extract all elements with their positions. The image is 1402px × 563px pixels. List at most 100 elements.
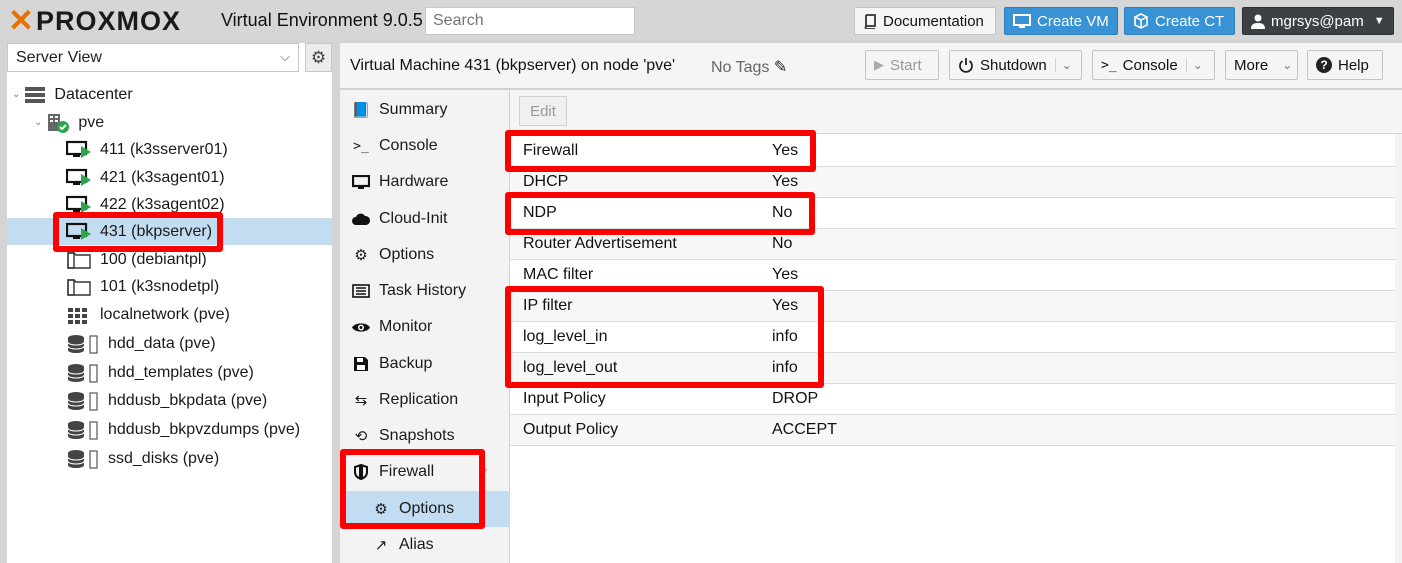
chevron-down-icon: ⌄ [34,117,43,128]
server-icon [25,86,46,103]
resource-tree-panel: Server View ⌵ ⚙ ⌄ Datacenter ⌄ pve 411 (… [7,43,332,563]
console-button[interactable]: >_ Console ⌄ [1092,50,1215,80]
help-button[interactable]: ? Help [1307,50,1383,80]
menu-item-hardware[interactable]: Hardware [340,164,510,200]
tree-item-template-101[interactable]: 101 (k3snodetpl) [7,273,332,300]
table-row[interactable]: NDP No [510,198,1395,229]
chevron-down-icon: ⌄ [1282,58,1293,72]
template-icon [67,278,91,296]
grid-icon [68,307,87,324]
menu-item-backup[interactable]: Backup [340,346,510,382]
database-icon [67,391,98,411]
create-vm-button[interactable]: Create VM [1004,7,1118,35]
book-icon: 📘 [351,102,371,119]
tree-item-storage[interactable]: hddusb_bkpdata (pve) [7,387,332,414]
table-row[interactable]: Input Policy DROP [510,384,1395,415]
shutdown-button[interactable]: Shutdown ⌄ [949,50,1082,80]
tree-item-datacenter[interactable]: ⌄ Datacenter [7,81,332,108]
table-row[interactable]: MAC filter Yes [510,260,1395,291]
tree-item-storage[interactable]: hddusb_bkpvzdumps (pve) [7,416,332,443]
menu-item-firewall[interactable]: Firewall ▼ [340,454,510,490]
documentation-label: Documentation [883,12,984,30]
tree-item-storage[interactable]: hdd_templates (pve) [7,359,332,386]
table-row[interactable]: IP filter Yes [510,291,1395,322]
table-row[interactable]: Firewall Yes [510,136,1395,167]
menu-item-monitor[interactable]: Monitor [340,309,510,345]
chevron-down-icon: ▼ [1373,15,1385,27]
user-menu-button[interactable]: mgrsys@pam ▼ [1242,7,1394,35]
database-icon [67,363,98,383]
terminal-icon: >_ [1101,57,1117,73]
create-ct-label: Create CT [1155,12,1225,30]
book-icon [864,13,876,29]
tree-item-vm-411[interactable]: 411 (k3sserver01) [7,136,332,163]
table-row[interactable]: Router Advertisement No [510,229,1395,260]
menu-item-options[interactable]: ⚙ Options [340,237,510,273]
tree-item-node[interactable]: ⌄ pve [7,109,332,136]
vm-running-icon [66,222,91,240]
database-icon [67,334,98,354]
tree-item-network[interactable]: localnetwork (pve) [7,301,332,328]
documentation-button[interactable]: Documentation [854,7,996,35]
menu-item-console[interactable]: >_ Console [340,128,510,164]
tree-item-vm-431[interactable]: 431 (bkpserver) [7,218,332,245]
menu-item-firewall-options[interactable]: ⚙ Options [340,491,510,527]
table-row[interactable]: DHCP Yes [510,167,1395,198]
user-icon [1251,14,1265,29]
tags-editor[interactable]: No Tags ✎ [711,57,787,77]
table-row[interactable]: log_level_out info [510,353,1395,384]
search-input[interactable] [425,7,635,35]
terminal-icon: >_ [353,138,369,154]
vm-config-menu: 📘 Summary >_ Console Hardware Cloud-Init ⚙… [340,90,510,563]
database-icon [67,449,98,469]
start-button[interactable]: ▶ Start [865,50,939,80]
cube-icon [1134,13,1148,29]
table-row[interactable]: log_level_in info [510,322,1395,353]
node-icon [48,113,70,133]
more-button[interactable]: More ⌄ [1225,50,1298,80]
menu-item-firewall-alias[interactable]: ↗ Alias [340,527,510,563]
vm-running-icon [66,140,91,158]
history-icon: ⟲ [354,428,368,445]
menu-item-cloud-init[interactable]: Cloud-Init [340,201,510,237]
menu-item-snapshots[interactable]: ⟲ Snapshots [340,418,510,454]
chevron-down-icon: ▼ [479,466,490,478]
chevron-down-icon: ⌄ [12,89,21,100]
proxmox-logo[interactable]: ✕ PROXMOX [8,3,181,38]
floppy-icon [351,356,371,372]
gear-icon[interactable]: ⚙ [305,43,332,72]
tree-item-template-100[interactable]: 100 (debiantpl) [7,246,332,273]
menu-item-replication[interactable]: ⇆ Replication [340,382,510,418]
user-label: mgrsys@pam [1271,12,1364,30]
scrollbar[interactable] [1395,134,1402,563]
gear-icon: ⚙ [374,501,388,518]
pencil-icon[interactable]: ✎ [774,59,787,76]
monitor-icon [351,174,371,190]
vm-running-icon [66,168,91,186]
cloud-icon [351,212,371,226]
chevron-down-icon[interactable]: ⌄ [1054,58,1072,72]
version-label: Virtual Environment 9.0.5 [221,10,423,30]
play-icon: ▶ [874,57,884,72]
view-select[interactable]: Server View ⌵ [7,43,299,72]
vm-header: Virtual Machine 431 (bkpserver) on node … [340,43,1402,89]
question-circle-icon: ? [1316,57,1332,73]
table-row[interactable]: Output Policy ACCEPT [510,415,1395,446]
tree-item-storage[interactable]: ssd_disks (pve) [7,445,332,472]
create-ct-button[interactable]: Create CT [1124,7,1235,35]
gear-icon: ⚙ [354,247,368,264]
chevron-down-icon: ⌵ [280,49,290,64]
menu-item-task-history[interactable]: Task History [340,273,510,309]
vm-running-icon [66,195,91,213]
monitor-icon [1013,13,1031,28]
tree-item-storage[interactable]: hdd_data (pve) [7,330,332,357]
chevron-down-icon[interactable]: ⌄ [1185,58,1203,72]
menu-item-summary[interactable]: 📘 Summary [340,92,510,128]
shield-icon [351,464,371,480]
retweet-icon: ⇆ [354,392,368,409]
list-icon [351,284,371,298]
edit-button[interactable]: Edit [519,96,567,126]
tree-item-vm-421[interactable]: 421 (k3sagent01) [7,164,332,191]
create-vm-label: Create VM [1037,12,1109,30]
tree-item-vm-422[interactable]: 422 (k3sagent02) [7,191,332,218]
